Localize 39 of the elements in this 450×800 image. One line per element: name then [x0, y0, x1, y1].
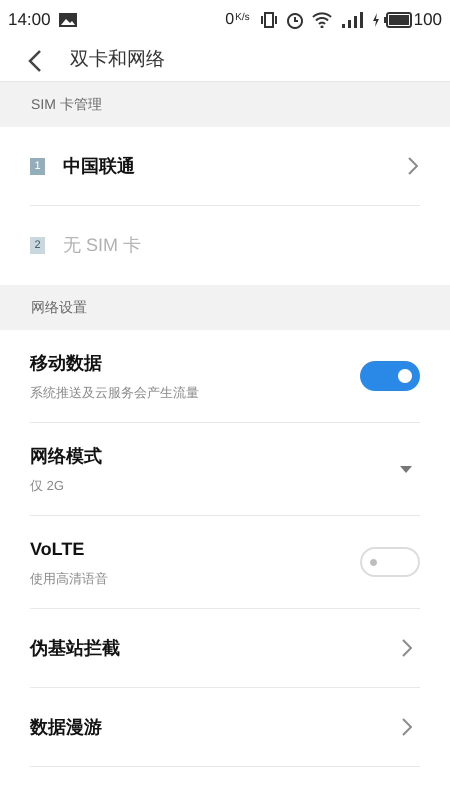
dropdown-caret-icon: [400, 466, 412, 472]
chevron-right-icon: [402, 639, 412, 657]
setting-label: 伪基站拦截: [30, 636, 121, 660]
signal-icon: [342, 12, 364, 28]
settings-row[interactable]: VoLTE 使用高清语音: [30, 516, 420, 609]
setting-label: 移动数据: [30, 352, 103, 375]
chevron-right-icon: [408, 157, 418, 175]
vibrate-icon: [260, 12, 278, 28]
wifi-icon: [312, 12, 332, 28]
sim-label: 无 SIM 卡: [63, 234, 142, 257]
section-header: 网络设置: [31, 298, 87, 317]
toggle-switch[interactable]: [360, 547, 420, 577]
alarm-icon: [286, 11, 304, 29]
image-icon: [58, 13, 77, 27]
settings-row[interactable]: 移动数据 系统推送及云服务会产生流量: [30, 330, 420, 423]
setting-description: 系统推送及云服务会产生流量: [30, 384, 200, 402]
sim-label: 中国联通: [63, 154, 136, 178]
settings-row[interactable]: 伪基站拦截: [30, 609, 420, 688]
chevron-right-icon: [402, 718, 412, 736]
sim-slot-badge: 2: [30, 237, 45, 254]
toggle-switch[interactable]: [360, 361, 420, 391]
section-header: SIM 卡管理: [31, 95, 102, 114]
sim-slot-badge: 1: [30, 158, 45, 174]
settings-row[interactable]: 1 中国联通: [30, 127, 420, 206]
network-speed: 0: [225, 10, 234, 30]
setting-description: 仅 2G: [30, 476, 65, 495]
setting-label: 数据漫游: [30, 716, 103, 738]
speed-unit: K/s: [235, 11, 250, 25]
battery-level: 100: [414, 9, 442, 32]
clock-time: 14:00: [8, 9, 51, 32]
setting-label: 网络模式: [30, 444, 103, 468]
setting-label: VoLTE: [30, 538, 86, 561]
battery-icon: [384, 12, 412, 28]
settings-row[interactable]: 数据漫游: [30, 688, 420, 767]
charging-icon: [372, 13, 380, 27]
back-button[interactable]: [28, 48, 44, 72]
page-title: 双卡和网络: [70, 48, 165, 72]
settings-row[interactable]: 网络模式 仅 2G: [30, 423, 420, 516]
setting-description: 使用高清语音: [30, 570, 109, 588]
